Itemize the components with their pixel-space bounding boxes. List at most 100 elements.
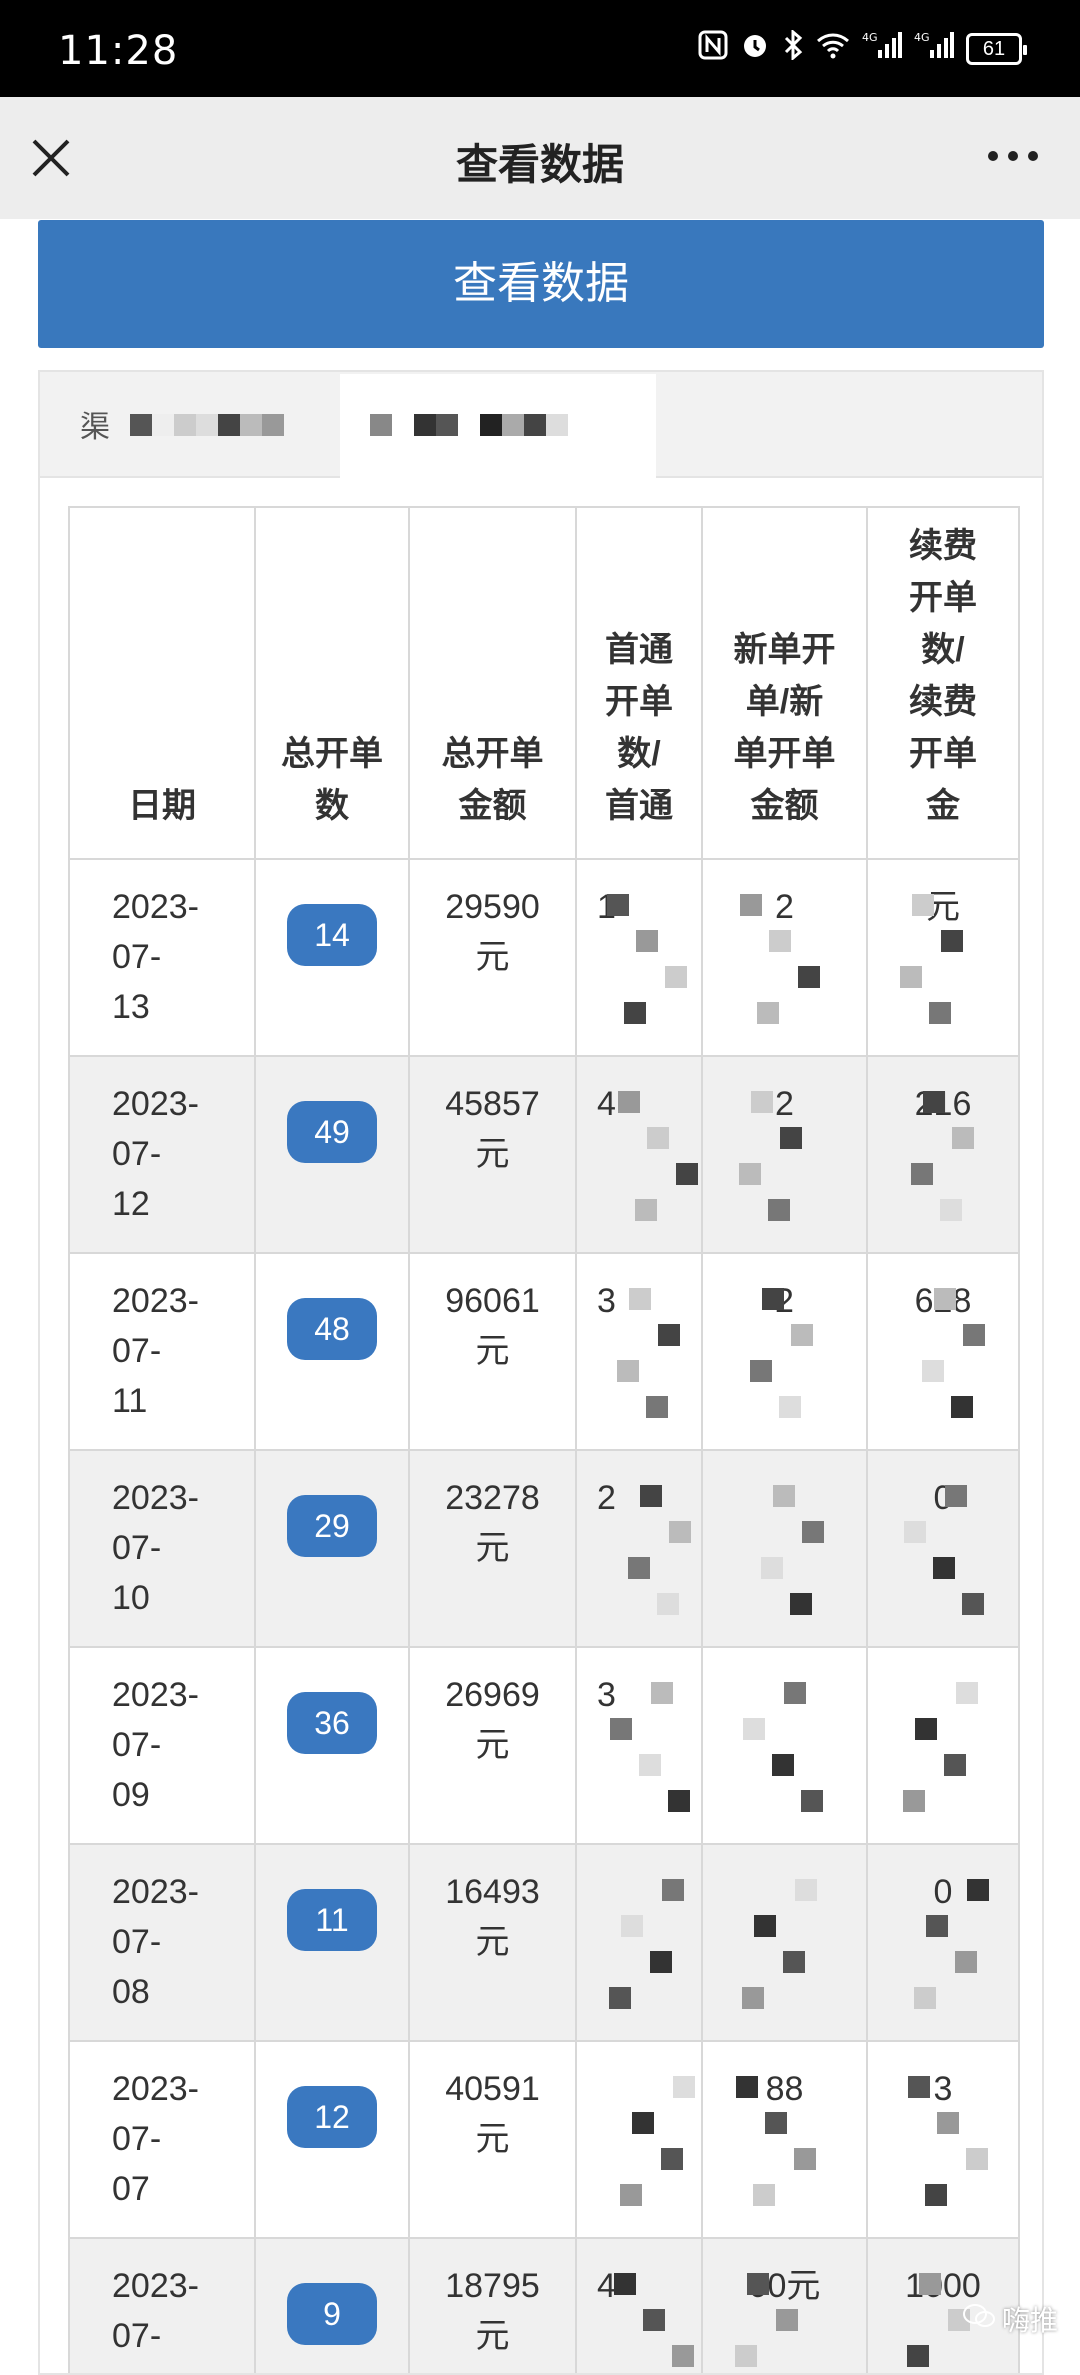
cell-date: 2023- 07-08 [68,1843,256,2042]
cell-renew-orders: 0 [866,1449,1020,1648]
redaction-block [607,894,629,916]
order-count-badge[interactable]: 14 [287,904,377,966]
new-orders-value: 2 [775,888,794,926]
order-count-badge[interactable]: 29 [287,1495,377,1557]
first-orders-value: 3 [597,1282,616,1320]
order-count-badge[interactable]: 48 [287,1298,377,1360]
redaction-block [945,1485,967,1507]
cell-total-orders: 49 [254,1055,410,1254]
date-text: 2023- 07-07 [112,2070,199,2208]
redaction-block [952,1127,974,1149]
redaction-block [900,966,922,988]
cell-renew-orders: 元 [866,858,1020,1057]
amount-value: 23278 [445,1479,540,1517]
redaction-block [657,1593,679,1615]
redaction-block [923,1091,945,1113]
order-count-badge[interactable]: 11 [287,1889,377,1951]
first-orders-value: 4 [597,1085,616,1123]
redaction-block [662,1879,684,1901]
amount-value: 16493 [445,1873,540,1911]
cell-date: 2023- 07-10 [68,1449,256,1648]
redaction-block [944,1754,966,1776]
cell-total-amount: 26969 元 [408,1646,577,1845]
first-orders-value: 2 [597,1479,616,1517]
redaction-block [646,1396,668,1418]
redaction-block [651,1682,673,1704]
nfc-icon [698,30,728,68]
redaction-block [966,2148,988,2170]
cell-total-amount: 23278 元 [408,1449,577,1648]
redaction-block [635,1199,657,1221]
redaction-block [739,1163,761,1185]
amount-unit: 元 [475,1332,510,1370]
header-renew-orders-label: 续费开单数/续费开单金 [909,527,977,825]
redaction-block [904,1521,926,1543]
date-text: 2023- 07-09 [112,1676,199,1814]
view-data-button[interactable]: 查看数据 [38,220,1044,348]
order-count-badge[interactable]: 12 [287,2086,377,2148]
cell-renew-orders: 216 [866,1055,1020,1254]
redaction-block [773,1485,795,1507]
status-icons: 4G 4G 61 [698,28,1027,68]
redaction-block [795,1879,817,1901]
redaction-block [624,1002,646,1024]
redaction-block [747,2273,769,2295]
redaction-block [772,1754,794,1776]
cell-date: 2023- 07-09 [68,1646,256,1845]
signal-4g-icon: 4G [862,30,902,68]
svg-text:4G: 4G [914,31,930,44]
table-row: 2023- 07-08 11 16493 元 0 [68,1843,1020,2042]
redaction-block [743,1718,765,1740]
cell-new-orders: 88 [701,2040,868,2239]
order-count-badge[interactable]: 9 [287,2283,377,2345]
amount-unit: 元 [475,1726,510,1764]
redaction-block [618,1091,640,1113]
bluetooth-icon [782,28,804,68]
cell-new-orders: 2 [701,1055,868,1254]
redaction-block [794,2148,816,2170]
svg-text:4G: 4G [862,31,878,44]
redaction-block [801,1790,823,1812]
redaction-block [765,2112,787,2134]
table-row: 2023- 07-10 29 23278 元 2 0 [68,1449,1020,1648]
order-count-badge[interactable]: 49 [287,1101,377,1163]
order-count-badge[interactable]: 36 [287,1692,377,1754]
first-orders-value: 3 [597,1676,616,1714]
cell-new-orders [701,1843,868,2042]
redaction-block [621,1915,643,1937]
cell-first-orders: 3 [575,1646,703,1845]
amount-unit: 元 [475,1923,510,1961]
redaction-block [740,894,762,916]
amount-unit: 元 [475,2317,510,2355]
redaction-block [784,1682,806,1704]
redaction-block [673,2076,695,2098]
redaction-block [762,1288,784,1310]
table-row: 2023-07-131429590元12元 [68,858,1020,1057]
redaction-block [783,1951,805,1973]
redaction-block [956,1682,978,1704]
redaction-block [926,1915,948,1937]
redaction-block [640,1485,662,1507]
more-icon[interactable] [988,151,1038,161]
cell-new-orders [701,1646,868,1845]
cell-first-orders [575,2040,703,2239]
cell-total-amount: 45857 元 [408,1055,577,1254]
redaction-block [661,2148,683,2170]
redaction-block [962,1593,984,1615]
cell-total-orders: 14 [254,858,410,1057]
cell-renew-orders: 3 [866,2040,1020,2239]
header-total-orders-label: 总开单数 [281,735,383,825]
channel-tab-selected[interactable] [340,374,656,478]
cell-total-orders: 36 [254,1646,410,1845]
redaction-block [768,1199,790,1221]
redaction-block [919,2273,941,2295]
amount-value: 26969 [445,1676,540,1714]
amount-unit: 元 [475,1135,510,1173]
table-header-row: 日期 总开单数 总开单金额 首通开单数/首通 新单开单/新单开单金额 续费开单数… [68,506,1020,860]
header-total-amount: 总开单金额 [408,506,577,860]
header-renew-orders: 续费开单数/续费开单金 [866,506,1020,860]
header-date: 日期 [68,506,256,860]
redaction-block [609,1987,631,2009]
cell-date: 2023- 07-13 [68,858,256,1057]
amount-unit: 元 [475,938,510,976]
